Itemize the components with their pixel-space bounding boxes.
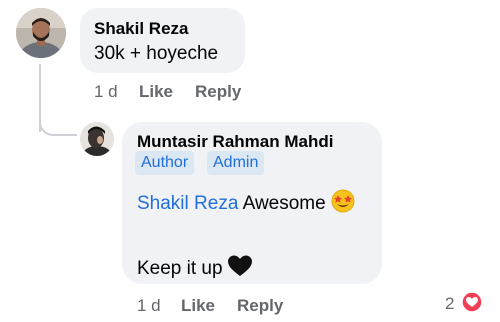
author-badge: Author (135, 151, 195, 175)
reply-line-1: Shakil Reza Awesome (137, 189, 355, 219)
replier-avatar[interactable] (80, 122, 114, 156)
comment-text: 30k + hoyeche (94, 43, 219, 64)
reply-reply-button[interactable]: Reply (237, 296, 283, 316)
reply-line-2: Keep it up (137, 255, 252, 283)
comment-timestamp[interactable]: 1 d (94, 82, 118, 102)
mention-link[interactable]: Shakil Reza (137, 193, 238, 214)
reply-line-1-text: Awesome (242, 193, 326, 215)
comment-reply-button[interactable]: Reply (195, 82, 241, 102)
reply-line-2-text: Keep it up (137, 258, 223, 280)
comment-author-name[interactable]: Shakil Reza (94, 19, 189, 39)
reply-like-button[interactable]: Like (181, 296, 215, 316)
comment-bubble: Shakil Reza 30k + hoyeche (80, 8, 245, 73)
reply-timestamp[interactable]: 1 d (137, 296, 161, 316)
star-struck-emoji-icon (331, 189, 355, 219)
love-reaction-icon[interactable] (461, 291, 483, 313)
reaction-count[interactable]: 2 (445, 294, 454, 314)
commenter-avatar[interactable] (16, 8, 66, 58)
comment-like-button[interactable]: Like (139, 82, 173, 102)
reply-author-name[interactable]: Muntasir Rahman Mahdi (137, 132, 333, 152)
thread-connector-curve (39, 108, 77, 136)
black-heart-emoji-icon (227, 255, 252, 283)
admin-badge: Admin (207, 151, 265, 175)
